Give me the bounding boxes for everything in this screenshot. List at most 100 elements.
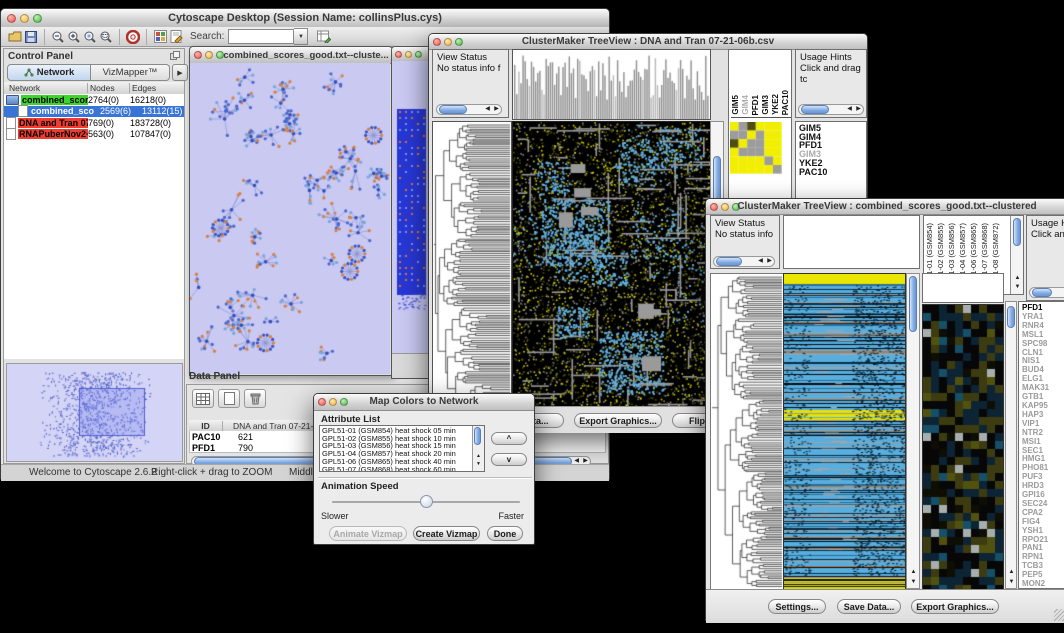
document-icon <box>18 105 28 117</box>
search-dropdown-button[interactable]: ▼ <box>294 28 308 45</box>
col-edges[interactable]: Edges <box>130 83 184 93</box>
animation-speed-slider[interactable] <box>332 494 520 510</box>
scroll-right-icon[interactable]: ▶ <box>492 105 501 114</box>
zoom-heatmap-canvas[interactable] <box>922 304 1004 591</box>
view-status-hscrollbar[interactable]: ◀ ▶ <box>436 104 502 115</box>
column-dendrogram-canvas[interactable] <box>512 49 711 120</box>
animate-vizmap-button[interactable]: Animate Vizmap <box>329 526 407 541</box>
animation-speed-label: Animation Speed <box>321 481 399 492</box>
close-button[interactable] <box>395 51 402 58</box>
correlation-matrix-canvas[interactable] <box>730 122 782 174</box>
move-down-button[interactable]: v <box>491 453 527 466</box>
network-list-row[interactable]: combined_sco2569(6)13112(15) <box>4 106 184 118</box>
save-session-icon[interactable] <box>23 29 39 45</box>
tab-overflow-button[interactable]: ▶ <box>172 64 188 81</box>
scroll-left-icon[interactable]: ◀ <box>756 257 765 266</box>
nodes-count: 769(0) <box>88 118 130 128</box>
usage-hints-hscrollbar[interactable]: ◀ ▶ <box>798 104 864 115</box>
scroll-down-icon[interactable]: ▼ <box>474 460 483 469</box>
zoom-selected-icon[interactable] <box>82 29 98 45</box>
annotation-icon[interactable] <box>168 29 184 45</box>
status-welcome: Welcome to Cytoscape 2.6.2 <box>29 467 157 478</box>
move-up-button[interactable]: ^ <box>491 432 527 445</box>
vizmapper-icon[interactable] <box>152 29 168 45</box>
usage-hints-title: Usage Hi <box>1031 218 1064 229</box>
tab-vizmapper[interactable]: VizMapper™ <box>91 64 170 81</box>
slider-thumb[interactable] <box>420 495 433 508</box>
column-labels: GIM5GIM4PFD1GIM3YKE2PAC10 <box>731 50 791 118</box>
attribute-list-vscrollbar[interactable]: ▲ ▼ <box>472 426 484 471</box>
treeview-combined-titlebar[interactable]: ClusterMaker TreeView : combined_scores_… <box>706 199 1064 215</box>
scroll-left-icon[interactable]: ◀ <box>483 105 492 114</box>
gene-dendrogram-canvas[interactable] <box>710 273 784 591</box>
col-network[interactable]: Network <box>4 83 88 93</box>
global-vscrollbar[interactable]: ▲ ▼ <box>906 273 920 589</box>
attribute-editor-icon[interactable] <box>316 29 332 45</box>
usage-hints-title: Usage Hints <box>800 52 866 63</box>
scroll-down-icon[interactable]: ▼ <box>909 578 918 587</box>
column-label: PAC10 <box>781 90 790 115</box>
network-overview-canvas[interactable] <box>6 363 183 462</box>
scroll-up-icon[interactable]: ▲ <box>1013 274 1022 283</box>
attribute-item[interactable]: GPL51-07 (GSM868) heat shock 60 min <box>322 466 472 472</box>
edges-count: 183728(0) <box>130 118 184 128</box>
network-view-titlebar[interactable]: combined_scores_good.txt--cluste... <box>190 47 392 64</box>
table-view-icon[interactable] <box>192 389 214 408</box>
zoom-out-icon[interactable] <box>50 29 66 45</box>
main-titlebar[interactable]: Cytoscape Desktop (Session Name: collins… <box>1 9 609 28</box>
attribute-list[interactable]: GPL51-01 (GSM854) heat shock 05 minGPL51… <box>319 425 485 472</box>
help-lifering-icon[interactable] <box>125 29 141 45</box>
dialog-titlebar[interactable]: Map Colors to Network <box>314 394 534 411</box>
matrix-window-titlebar[interactable] <box>392 47 430 62</box>
minimize-button[interactable] <box>405 51 412 58</box>
col-nodes[interactable]: Nodes <box>88 83 130 93</box>
zoom-window-button[interactable] <box>415 51 422 58</box>
matrix-network-canvas[interactable] <box>392 61 428 353</box>
gene-dendrogram-canvas[interactable] <box>432 121 512 416</box>
network-list-row[interactable]: combined_scores2764(0)16218(0) <box>4 94 184 106</box>
zoom-fit-icon[interactable] <box>98 29 114 45</box>
save-data-button[interactable]: Save Data... <box>837 599 901 614</box>
scroll-left-icon[interactable]: ◀ <box>845 105 854 114</box>
network-view-title: combined_scores_good.txt--cluste... <box>190 50 392 61</box>
settings-button[interactable]: Settings... <box>768 599 826 614</box>
column-label: GIM4 <box>741 95 750 115</box>
scroll-down-icon[interactable]: ▼ <box>1013 283 1022 292</box>
network-graph-canvas[interactable] <box>190 63 390 374</box>
zoom-in-icon[interactable] <box>66 29 82 45</box>
scroll-down-icon[interactable]: ▼ <box>1007 578 1016 587</box>
export-graphics-button[interactable]: Export Graphics... <box>911 599 999 614</box>
new-attribute-icon[interactable] <box>218 389 240 408</box>
scroll-right-icon[interactable]: ▶ <box>854 105 863 114</box>
treeview-combined-window: ClusterMaker TreeView : combined_scores_… <box>705 198 1064 622</box>
network-list: combined_scores2764(0)16218(0)combined_s… <box>4 94 184 359</box>
treeview-dna-title: ClusterMaker TreeView : DNA and Tran 07-… <box>429 36 867 47</box>
search-input[interactable] <box>228 29 294 44</box>
gene-label-list[interactable]: PFD1YRA1RNR4MSL1SPC98CLN1NIS1BUD4ELG1MAK… <box>1018 301 1064 589</box>
delete-attribute-icon[interactable] <box>244 389 266 408</box>
open-session-icon[interactable] <box>7 29 23 45</box>
dp-col-id[interactable]: ID <box>189 421 223 431</box>
global-heatmap-canvas[interactable] <box>783 273 906 591</box>
resize-grip[interactable] <box>1054 609 1064 621</box>
scroll-right-icon[interactable]: ▶ <box>765 257 774 266</box>
view-status-hscrollbar[interactable]: ◀ ▶ <box>713 256 775 267</box>
usage-hints-hscrollbar[interactable] <box>1029 287 1064 298</box>
heatmap-canvas[interactable] <box>512 121 711 416</box>
network-list-row[interactable]: RNAPuberNov2+563(0)107847(0) <box>4 129 184 141</box>
edges-count: 13112(15) <box>142 106 184 116</box>
scroll-up-icon[interactable]: ▲ <box>909 568 918 577</box>
separator <box>318 477 532 479</box>
done-button[interactable]: Done <box>487 526 523 541</box>
network-list-row[interactable]: DNA and Tran 07769(0)183728(0) <box>4 117 184 129</box>
tab-network[interactable]: Network <box>7 64 91 81</box>
treeview-dna-titlebar[interactable]: ClusterMaker TreeView : DNA and Tran 07-… <box>429 34 867 50</box>
float-panel-icon[interactable] <box>170 47 180 65</box>
edges-count: 107847(0) <box>130 129 184 139</box>
column-labels-vscrollbar[interactable]: ▲ ▼ <box>1010 216 1023 294</box>
export-graphics-button[interactable]: Export Graphics... <box>574 413 662 428</box>
gene-list-vscrollbar[interactable]: ▲ ▼ <box>1005 301 1017 589</box>
treeview-combined-title: ClusterMaker TreeView : combined_scores_… <box>706 201 1064 212</box>
scroll-up-icon[interactable]: ▲ <box>1007 568 1016 577</box>
create-vizmap-button[interactable]: Create Vizmap <box>413 526 480 541</box>
